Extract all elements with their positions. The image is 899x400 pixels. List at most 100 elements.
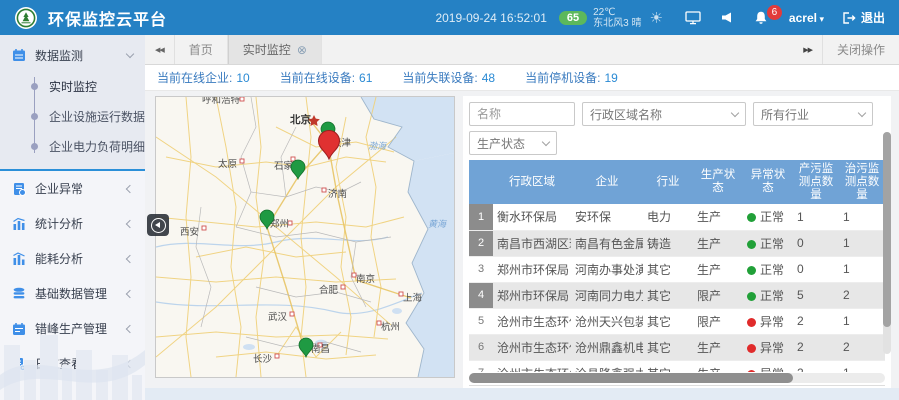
main-content: ◀◀ 首页 实时监控 ⊗ ▶▶ 关闭操作 当前在线企业:10 当前在线设备:61… <box>145 35 899 400</box>
table-row[interactable]: 4 郑州市环保局河南同力电力设备 其它限产 正常 525 <box>469 282 885 308</box>
sidebar-item-staggered-production[interactable]: 错峰生产管理 <box>0 311 145 346</box>
map-city-label: 济南 <box>328 188 347 200</box>
collapse-left-icon <box>151 218 166 233</box>
map-city-label: 呼和浩特 <box>202 97 241 106</box>
table-row[interactable]: 7 沧州市生态环保局沧县隆鑫强力加工 其它生产 异常 210 <box>469 360 885 372</box>
map-city-label: 北京 <box>290 113 311 126</box>
map-city-label: 南京 <box>356 273 375 285</box>
scroll-tabs-left-icon[interactable]: ◀◀ <box>145 35 175 64</box>
sidebar-item-company-abnormal[interactable]: 企业异常 <box>0 171 145 206</box>
chevron-down-icon <box>858 108 866 116</box>
chevron-left-icon <box>126 289 134 297</box>
status-dot <box>747 370 756 373</box>
status-dot <box>747 344 756 353</box>
map-city-label: 南昌 <box>311 343 330 355</box>
map-collapse-button[interactable] <box>147 214 169 236</box>
bullet-icon <box>31 113 38 120</box>
map-city-label: 太原 <box>218 158 237 170</box>
sidebar-item-realtime-monitoring[interactable]: 实时监控 <box>30 71 145 101</box>
status-dot <box>747 292 756 301</box>
map-canvas: 呼和浩特 北京 天津 太原 石家庄 济南 西安 郑州 南京 合肥 上海 武汉 杭… <box>156 97 454 377</box>
sidebar-item-statistics[interactable]: 统计分析 <box>0 206 145 241</box>
caret-down-icon: ▾ <box>817 14 824 24</box>
logout-icon <box>842 11 856 25</box>
status-dot <box>747 213 756 222</box>
map-city-label: 长沙 <box>253 353 273 365</box>
bar-chart-icon <box>12 252 26 266</box>
name-search-input[interactable] <box>469 102 575 126</box>
bottom-strip <box>145 388 899 400</box>
table-row[interactable]: 2 南昌市西湖区环保局南昌有色金属有限 铸造生产 正常 010 <box>469 230 885 256</box>
tab-realtime-monitoring[interactable]: 实时监控 ⊗ <box>228 35 322 64</box>
stat-lost-devices: 当前失联设备:48 <box>402 69 495 86</box>
hscroll-thumb <box>469 373 793 383</box>
status-dot <box>747 266 756 275</box>
total-pages-label: 共2页 <box>683 388 711 389</box>
col-treat-points: 治污监测点数量 <box>839 160 885 204</box>
app-title: 环保监控云平台 <box>48 6 167 30</box>
region-select[interactable]: 行政区域名称 <box>582 102 746 126</box>
range-label: 1 - 15 <box>809 388 837 389</box>
app-window: 环保监控云平台 2019-09-24 16:52:01 65 22℃ 东北风3 … <box>0 0 899 400</box>
map-sea-label: 黄海 <box>428 219 448 229</box>
scroll-tabs-right-icon[interactable]: ▶▶ <box>793 35 822 64</box>
app-logo-icon <box>14 6 38 30</box>
close-operations-menu[interactable]: 关闭操作 <box>822 35 899 64</box>
chevron-left-icon <box>126 219 134 227</box>
user-menu[interactable]: acrel ▾ <box>789 11 824 25</box>
map-city-label: 合肥 <box>319 284 339 296</box>
stat-online-companies: 当前在线企业:10 <box>157 69 250 86</box>
table-header-row: 行政区域 企业 行业 生产状态 异常状态 产污监测点数量 治污监测点数量 监测点… <box>469 160 885 204</box>
volume-icon[interactable] <box>721 11 733 24</box>
col-produce-points: 产污监测点数量 <box>793 160 839 204</box>
chevron-down-icon <box>542 137 550 145</box>
calendar-icon <box>12 48 26 62</box>
stat-stopped-devices: 当前停机设备:19 <box>525 69 618 86</box>
map-city-label: 武汉 <box>268 311 288 323</box>
log-file-icon <box>12 357 26 371</box>
production-status-select[interactable]: 生产状态 <box>469 131 557 155</box>
status-dot <box>747 318 756 327</box>
col-region: 行政区域 <box>493 160 571 204</box>
table-row[interactable]: 6 沧州市生态环保局沧州鼎鑫机电设备 其它生产 异常 224 <box>469 334 885 360</box>
sidebar-item-energy-analysis[interactable]: 能耗分析 <box>0 241 145 276</box>
sidebar-item-facility-data[interactable]: 企业设施运行数据 <box>30 101 145 131</box>
sidebar-item-data-monitoring[interactable]: 数据监测 <box>0 39 145 71</box>
weather-text: 22℃ 东北风3 晴 <box>593 7 641 29</box>
chevron-left-icon <box>126 184 134 192</box>
monitor-icon[interactable] <box>685 10 701 25</box>
sidebar-item-power-load-detail[interactable]: 企业电力负荷明细 <box>30 131 145 161</box>
map-city-label: 西安 <box>180 226 199 238</box>
chevron-left-icon <box>126 324 134 332</box>
industry-select[interactable]: 所有行业 <box>753 102 873 126</box>
map-city-label: 上海 <box>403 292 423 304</box>
table-row[interactable]: 3 郑州市环保局河南办事处演示 其它生产 正常 010 <box>469 256 885 282</box>
col-company: 企业 <box>571 160 643 204</box>
vertical-scrollbar[interactable] <box>883 132 891 354</box>
company-list-panel: 行政区域名称 所有行业 生产状态 <box>463 96 891 388</box>
horizontal-scrollbar[interactable] <box>469 373 885 383</box>
status-dot <box>747 240 756 249</box>
sidebar-item-log-view[interactable]: 日志查看 <box>0 346 145 381</box>
logout-button[interactable]: 退出 <box>842 9 885 26</box>
sidebar-item-base-data[interactable]: 基础数据管理 <box>0 276 145 311</box>
col-abnormal-status: 异常状态 <box>743 160 793 204</box>
sun-icon: ☀ <box>649 9 662 27</box>
tab-home[interactable]: 首页 <box>175 35 228 64</box>
map-city-label: 杭州 <box>381 321 400 333</box>
notifications-bell-icon[interactable]: 6 <box>753 11 769 25</box>
notification-count-badge: 6 <box>767 5 782 20</box>
col-production-status: 生产状态 <box>693 160 743 204</box>
bullet-icon <box>31 83 38 90</box>
chevron-down-icon <box>126 49 134 57</box>
china-map[interactable]: 呼和浩特 北京 天津 太原 石家庄 济南 西安 郑州 南京 合肥 上海 武汉 杭… <box>155 96 455 378</box>
datetime-text: 2019-09-24 16:52:01 <box>435 11 546 25</box>
app-header: 环保监控云平台 2019-09-24 16:52:01 65 22℃ 东北风3 … <box>0 0 899 35</box>
calendar-icon <box>12 322 26 336</box>
table-row[interactable]: 5 沧州市生态环保局沧州天兴包装制品 其它限产 异常 213 <box>469 308 885 334</box>
chevron-left-icon <box>126 359 134 367</box>
table-row[interactable]: 1 衡水环保局安环保 电力生产 正常 110 <box>469 204 885 230</box>
sidebar: 数据监测 实时监控 企业设施运行数据 企业电力负荷明细 <box>0 35 145 400</box>
tab-close-icon[interactable]: ⊗ <box>297 43 307 57</box>
report-icon <box>12 182 26 196</box>
